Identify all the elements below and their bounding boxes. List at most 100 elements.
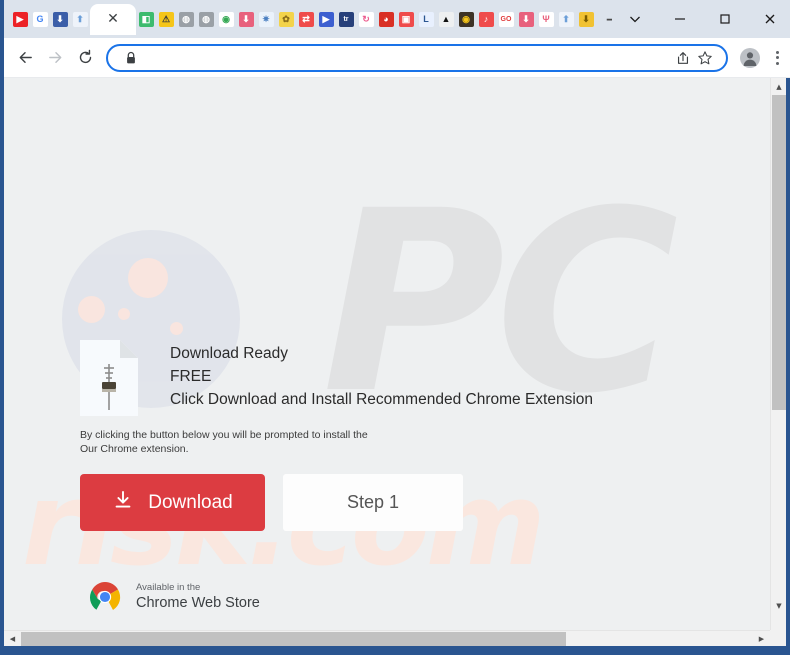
download-arrow-icon bbox=[112, 489, 134, 517]
scroll-down-arrow[interactable]: ▼ bbox=[771, 597, 787, 614]
pinned-tab-go-badge[interactable]: GO bbox=[496, 4, 516, 34]
green-square-icon: ◧ bbox=[138, 11, 154, 27]
refresh-pink-icon: ↻ bbox=[358, 11, 374, 27]
pinned-tab-swap-arrows[interactable]: ⇄ bbox=[296, 4, 316, 34]
downloader-1-icon: ⬇ bbox=[52, 11, 68, 27]
new-tab-button[interactable]: + bbox=[600, 6, 612, 32]
address-input[interactable] bbox=[142, 45, 672, 70]
target-dark-icon: ◉ bbox=[458, 11, 474, 27]
downloader-3-icon: ⬇ bbox=[518, 11, 534, 27]
hero-line-3: Click Download and Install Recommended C… bbox=[170, 391, 594, 408]
decorative-dot bbox=[118, 308, 130, 320]
chrome-web-store-text: Available in the Chrome Web Store bbox=[136, 582, 260, 612]
globe-grey-1-icon: ◍ bbox=[178, 11, 194, 27]
chrome-logo bbox=[84, 576, 126, 618]
web-page-content: PC risk.com Download Ready FREE Click Do… bbox=[4, 78, 770, 630]
browser-toolbar bbox=[4, 38, 790, 78]
pinned-tab-settings-gear[interactable]: ✷ bbox=[256, 4, 276, 34]
pinned-tab-ym-logo[interactable]: Ψ bbox=[536, 4, 556, 34]
disclaimer-text: By clicking the button below you will be… bbox=[80, 428, 368, 456]
cws-line-2: Chrome Web Store bbox=[136, 595, 260, 611]
window-controls bbox=[612, 0, 790, 38]
letter-l-icon: L bbox=[418, 11, 434, 27]
pinned-tab-downloader-2[interactable]: ⬇ bbox=[236, 4, 256, 34]
lock-icon[interactable] bbox=[120, 47, 142, 69]
disclaimer-line-2: Our Chrome extension. bbox=[80, 443, 189, 455]
kebab-dot bbox=[775, 56, 779, 59]
pinned-tab-globe-grey-2[interactable]: ◍ bbox=[196, 4, 216, 34]
scroll-up-arrow[interactable]: ▲ bbox=[771, 78, 787, 95]
vertical-scrollbar[interactable]: ▲ ▼ bbox=[770, 78, 786, 630]
scroll-right-arrow[interactable]: ▶ bbox=[753, 631, 770, 646]
uploader-2-icon: ⬆ bbox=[558, 11, 574, 27]
decorative-dot bbox=[170, 322, 183, 335]
pinned-tab-warning[interactable]: ⚠ bbox=[156, 4, 176, 34]
yellow-blob-icon: ✿ bbox=[278, 11, 294, 27]
pinned-tab-timer-red[interactable]: ◕ bbox=[376, 4, 396, 34]
profile-avatar[interactable] bbox=[740, 47, 760, 68]
downloader-2-icon: ⬇ bbox=[238, 11, 254, 27]
pinned-tab-play-red[interactable]: ♪ bbox=[476, 4, 496, 34]
browser-menu-button[interactable] bbox=[766, 45, 788, 71]
settings-gear-icon: ✷ bbox=[258, 11, 274, 27]
vertical-scrollbar-thumb[interactable] bbox=[772, 95, 786, 410]
chrome-web-store-badge[interactable]: Available in the Chrome Web Store bbox=[84, 576, 260, 618]
pinned-tab-google[interactable]: G bbox=[30, 4, 50, 34]
pinned-tab-uploader-cloud[interactable]: ⬆ bbox=[70, 4, 90, 34]
active-tab-close-icon[interactable]: ✕ bbox=[107, 12, 119, 26]
close-button[interactable] bbox=[747, 2, 790, 36]
pinned-tabs-container: ▶G⬇⬆✕◧⚠◍◍◉⬇✷✿⇄▶tr↻◕▣L▲◉♪GO⬇Ψ⬆⬇+ bbox=[4, 0, 612, 38]
pinned-tab-downloader-1[interactable]: ⬇ bbox=[50, 4, 70, 34]
video-player-icon: ▶ bbox=[318, 11, 334, 27]
pinned-tab-chrome[interactable]: ◉ bbox=[216, 4, 236, 34]
pinned-tab-tr-logo[interactable]: tr bbox=[336, 4, 356, 34]
pinned-tab-refresh-pink[interactable]: ↻ bbox=[356, 4, 376, 34]
pinned-tab-target-dark[interactable]: ◉ bbox=[456, 4, 476, 34]
scrollbar-corner bbox=[770, 630, 786, 646]
hero-line-1: Download Ready bbox=[170, 345, 289, 362]
download-file-icon bbox=[80, 340, 138, 416]
recorder-icon: ▣ bbox=[398, 11, 414, 27]
cws-line-1: Available in the bbox=[136, 582, 201, 593]
scroll-left-arrow[interactable]: ◀ bbox=[4, 631, 21, 646]
tab-search-button[interactable] bbox=[612, 2, 657, 36]
hero-section: Download Ready FREE Click Download and I… bbox=[80, 340, 593, 416]
pinned-tab-downloader-3[interactable]: ⬇ bbox=[516, 4, 536, 34]
google-icon: G bbox=[32, 11, 48, 27]
step-button[interactable]: Step 1 bbox=[283, 474, 463, 531]
pinned-tab-recorder[interactable]: ▣ bbox=[396, 4, 416, 34]
decorative-dot bbox=[128, 258, 168, 298]
download-button[interactable]: Download bbox=[80, 474, 265, 531]
pinned-tab-letter-l[interactable]: L bbox=[416, 4, 436, 34]
minimize-button[interactable] bbox=[657, 2, 702, 36]
pinned-tab-video-player[interactable]: ▶ bbox=[316, 4, 336, 34]
address-bar[interactable] bbox=[106, 43, 728, 72]
share-icon[interactable] bbox=[672, 47, 694, 69]
uploader-cloud-icon: ⬆ bbox=[72, 11, 88, 27]
pinned-tab-globe-grey-1[interactable]: ◍ bbox=[176, 4, 196, 34]
ym-logo-icon: Ψ bbox=[538, 11, 554, 27]
active-tab[interactable]: ✕ bbox=[90, 3, 136, 35]
hero-line-2: FREE bbox=[170, 368, 212, 385]
decorative-dot bbox=[78, 296, 105, 323]
globe-grey-2-icon: ◍ bbox=[198, 11, 214, 27]
bookmark-star-icon[interactable] bbox=[694, 47, 716, 69]
back-button[interactable] bbox=[10, 43, 40, 73]
hero-text-block: Download Ready FREE Click Download and I… bbox=[170, 340, 593, 411]
pinned-tab-yellow-blob[interactable]: ✿ bbox=[276, 4, 296, 34]
horizontal-scrollbar[interactable]: ◀ ▶ bbox=[4, 630, 786, 646]
download-button-label: Download bbox=[148, 491, 233, 513]
forward-button bbox=[40, 43, 70, 73]
maximize-button[interactable] bbox=[702, 2, 747, 36]
pinned-tab-downloader-4[interactable]: ⬇ bbox=[576, 4, 596, 34]
horizontal-scrollbar-thumb[interactable] bbox=[21, 632, 566, 646]
chrome-icon: ◉ bbox=[218, 11, 234, 27]
disclaimer-line-1: By clicking the button below you will be… bbox=[80, 429, 368, 441]
reload-button[interactable] bbox=[70, 43, 100, 73]
pinned-tab-youtube[interactable]: ▶ bbox=[10, 4, 30, 34]
downloader-4-icon: ⬇ bbox=[578, 11, 594, 27]
pinned-tab-uploader-2[interactable]: ⬆ bbox=[556, 4, 576, 34]
pinned-tab-black-triangle[interactable]: ▲ bbox=[436, 4, 456, 34]
pinned-tab-green-square[interactable]: ◧ bbox=[136, 4, 156, 34]
play-red-icon: ♪ bbox=[478, 11, 494, 27]
